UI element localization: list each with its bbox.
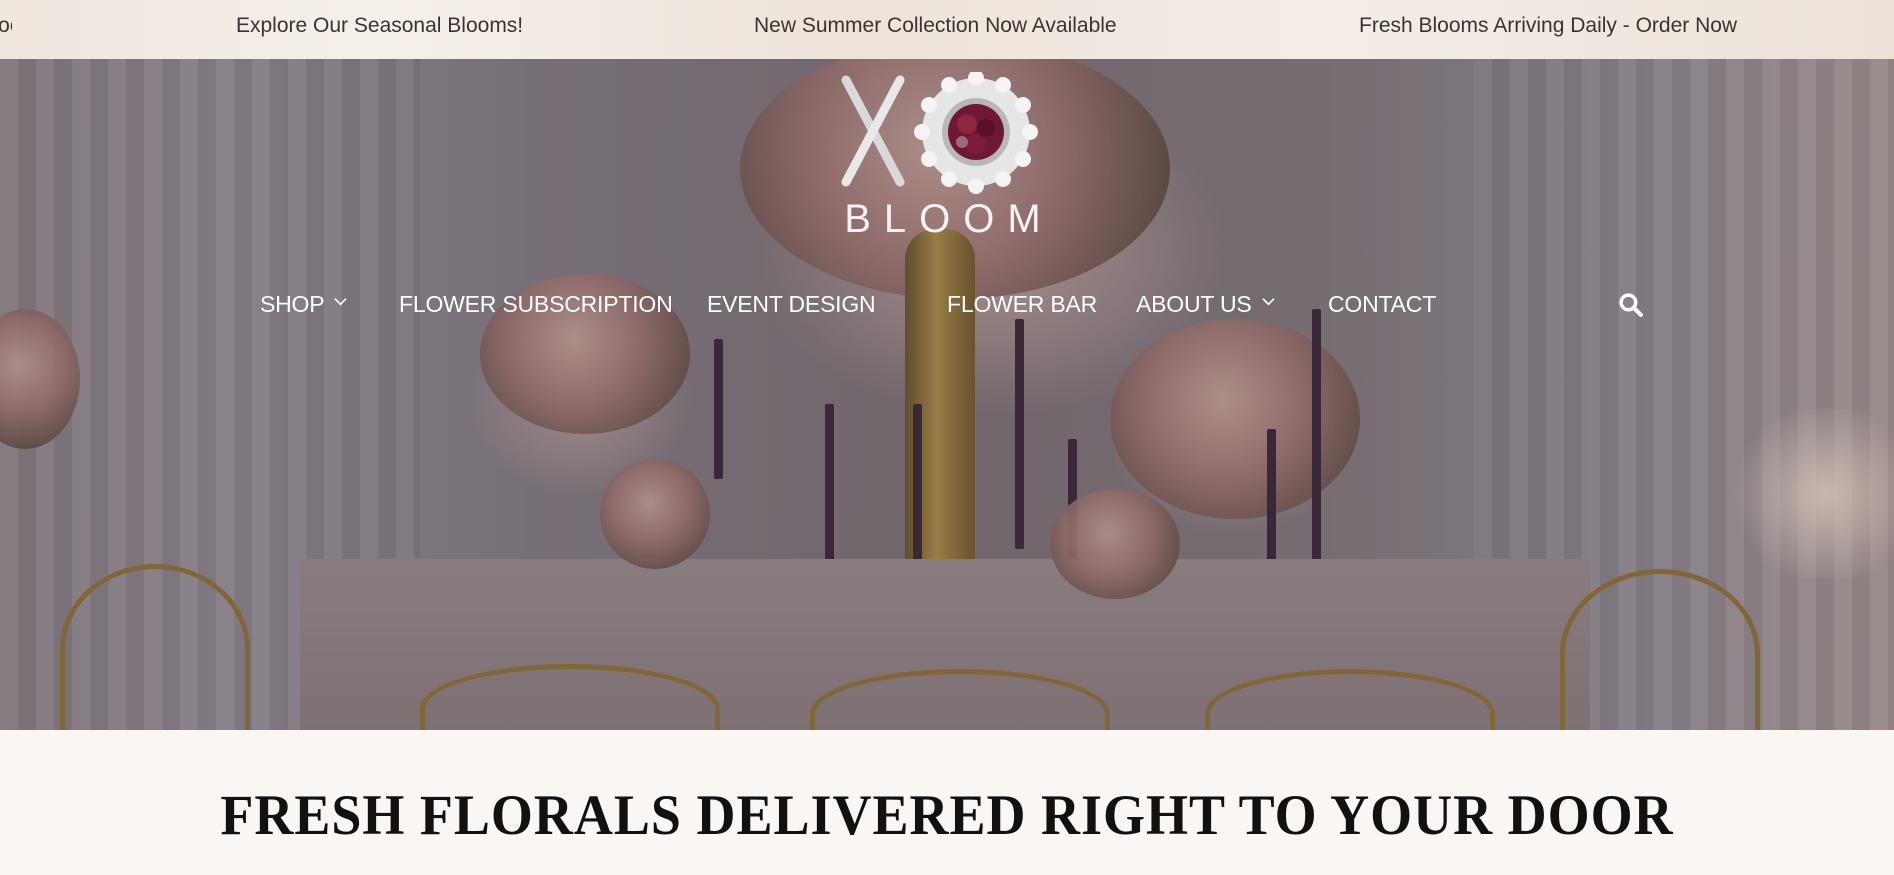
- chevron-down-icon: [1261, 298, 1275, 306]
- nav-item-shop[interactable]: SHOP: [260, 287, 348, 321]
- nav-item-label: CONTACT: [1328, 291, 1437, 317]
- announcement-message[interactable]: Explore Our Seasonal Blooms!: [236, 0, 523, 59]
- nav-item-flower-subscription[interactable]: FLOWER SUBSCRIPTION: [399, 287, 673, 321]
- announcement-message[interactable]: Fresh Blooms Arriving Daily - Order Now: [0, 0, 12, 59]
- search-icon: [1619, 293, 1643, 317]
- main-nav: SHOP FLOWER SUBSCRIPTION EVENT DESIGN FL…: [0, 287, 1894, 321]
- announcement-bar: Fresh Blooms Arriving Daily - Order Now …: [0, 0, 1894, 59]
- nav-item-label: FLOWER BAR: [947, 291, 1098, 317]
- announcement-message[interactable]: Fresh Blooms Arriving Daily - Order Now: [1359, 0, 1737, 59]
- nav-item-label: SHOP: [260, 291, 325, 317]
- page-headline: FRESH FLORALS DELIVERED RIGHT TO YOUR DO…: [220, 783, 1674, 847]
- nav-item-label: FLOWER SUBSCRIPTION: [399, 291, 673, 317]
- site-logo[interactable]: BLOOM: [838, 72, 1060, 242]
- announcement-message[interactable]: New Summer Collection Now Available: [754, 0, 1117, 59]
- nav-item-contact[interactable]: CONTACT: [1328, 287, 1436, 321]
- nav-item-about-us[interactable]: ABOUT US: [1136, 287, 1275, 321]
- nav-item-label: EVENT DESIGN: [707, 291, 876, 317]
- nav-item-event-design[interactable]: EVENT DESIGN: [707, 287, 876, 321]
- nav-item-label: ABOUT US: [1136, 291, 1252, 317]
- xo-bloom-logo-icon: BLOOM: [841, 72, 1053, 241]
- chevron-down-icon: [334, 298, 348, 306]
- nav-item-flower-bar[interactable]: FLOWER BAR: [947, 287, 1097, 321]
- search-button[interactable]: [1618, 292, 1643, 317]
- logo-wordmark: BLOOM: [844, 197, 1053, 241]
